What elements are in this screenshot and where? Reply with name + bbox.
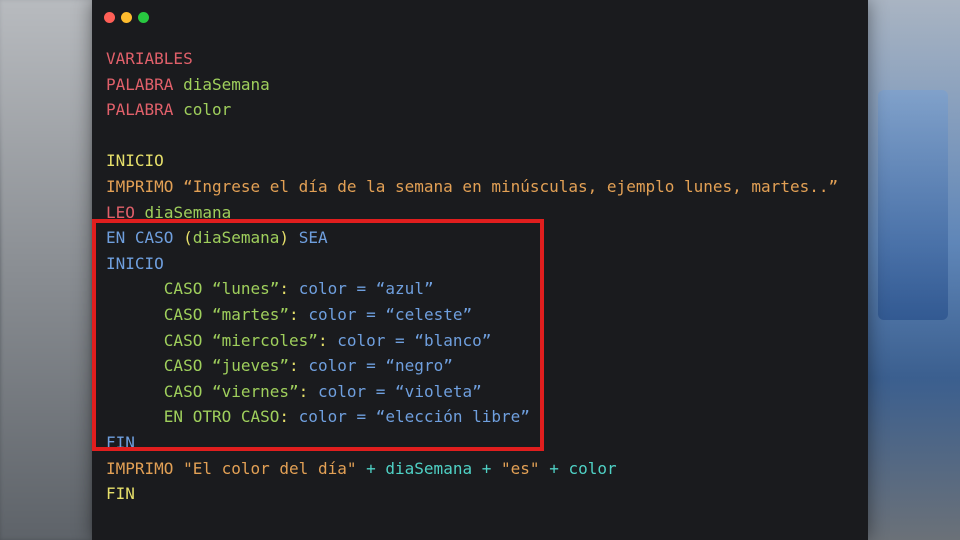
keyword-fin: FIN [106,484,135,504]
zoom-button[interactable] [138,12,149,23]
minimize-button[interactable] [121,12,132,23]
keyword-variables: VARIABLES [106,49,193,68]
plus: + [549,458,559,478]
blurred-background-left [0,0,92,540]
var-diasemana: diaSemana [183,74,270,94]
prompt-string: “Ingrese el día de la semana en minúscul… [183,176,839,196]
code-line-5: INICIO [106,148,838,174]
plus: + [481,458,492,478]
code-line-6: IMPRIMO “Ingrese el día de la semana en … [106,174,838,200]
keyword-imprimo: IMPRIMO [106,176,174,196]
keyword-palabra: PALABRA [106,100,174,120]
keyword-palabra: PALABRA [106,74,174,94]
var-diasemana: diaSemana [385,458,473,478]
code-line-3: PALABRA color [106,97,838,123]
keyword-inicio: INICIO [106,151,164,171]
code-line-fin: FIN [106,481,838,507]
code-line-print-result: IMPRIMO "El color del día" + diaSemana +… [106,456,838,482]
plus: + [366,458,376,478]
print-string-1: "El color del día" [183,458,357,478]
var-color: color [568,458,617,478]
highlight-box [92,219,544,451]
print-string-2: "es" [501,458,540,478]
blurred-background-right [868,0,960,540]
keyword-imprimo: IMPRIMO [106,458,174,478]
window-controls [104,12,149,23]
code-line-1: VARIABLES [106,46,838,72]
code-line-2: PALABRA diaSemana [106,72,838,98]
close-button[interactable] [104,12,115,23]
var-color: color [183,100,232,120]
